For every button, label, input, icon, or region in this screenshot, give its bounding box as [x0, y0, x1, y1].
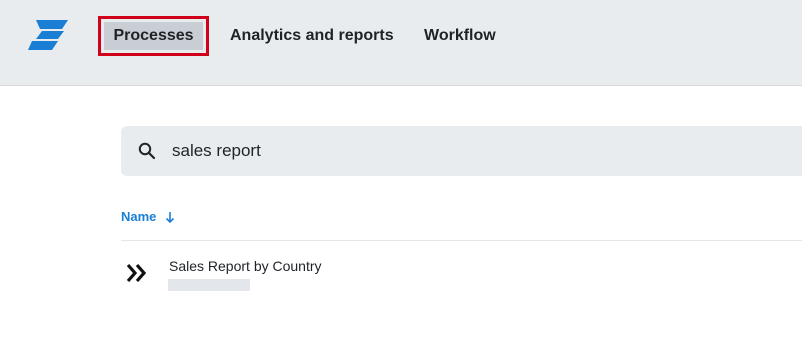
- search-input[interactable]: [172, 126, 772, 176]
- top-navigation-bar: Processes Analytics and reports Workflow: [0, 0, 802, 86]
- app-logo-icon[interactable]: [28, 20, 70, 50]
- nav-tab-analytics-and-reports[interactable]: Analytics and reports: [230, 16, 394, 56]
- search-bar[interactable]: [121, 126, 802, 176]
- nav-tab-workflow[interactable]: Workflow: [424, 16, 496, 56]
- column-header-name[interactable]: Name: [121, 209, 156, 224]
- list-item[interactable]: Sales Report by Country: [121, 250, 802, 296]
- list-item-subtitle-placeholder: [168, 279, 250, 291]
- nav-tab-processes[interactable]: Processes: [98, 16, 209, 56]
- sort-arrow-down-icon[interactable]: [165, 210, 175, 224]
- list-item-title: Sales Report by Country: [169, 258, 322, 274]
- list-header-divider: [121, 240, 802, 241]
- nav-tab-label: Processes: [113, 27, 194, 44]
- double-chevron-right-icon: [126, 263, 147, 283]
- search-icon: [138, 142, 156, 160]
